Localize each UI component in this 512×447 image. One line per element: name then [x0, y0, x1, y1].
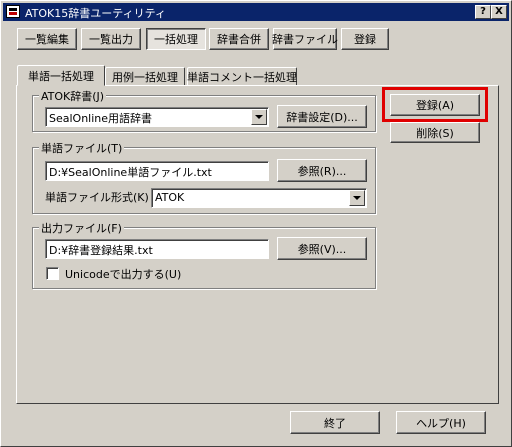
toolbar-batch-process-button[interactable]: 一括処理 — [146, 28, 206, 50]
toolbar-dict-file-button[interactable]: 辞書ファイル — [272, 28, 338, 50]
delete-button[interactable]: 削除(S) — [390, 122, 480, 143]
unicode-output-checkbox[interactable] — [46, 267, 59, 280]
tab-word-comment-batch[interactable]: 単語コメント一括処理 — [187, 67, 297, 85]
toolbar-list-edit-button[interactable]: 一覧編集 — [17, 28, 77, 50]
tab-example-batch[interactable]: 用例一括処理 — [105, 67, 185, 85]
window-title: ATOK15辞書ユーティリティ — [25, 7, 166, 20]
dictionary-utility-window: ATOK15辞書ユーティリティ ? X 一覧編集 一覧出力 一括処理 辞書合併 … — [0, 0, 512, 447]
toolbar-list-output-button[interactable]: 一覧出力 — [81, 28, 141, 50]
toolbar-dict-merge-button[interactable]: 辞書合併 — [209, 28, 269, 50]
help-button[interactable]: ヘルプ(H) — [396, 411, 486, 434]
chevron-down-icon[interactable] — [251, 109, 267, 125]
close-button[interactable]: X — [491, 5, 507, 19]
toolbar-register-button[interactable]: 登録 — [341, 28, 389, 50]
output-file-legend: 出力ファイル(F) — [39, 220, 124, 236]
exit-button[interactable]: 終了 — [290, 411, 380, 434]
chevron-down-icon[interactable] — [349, 190, 365, 206]
atok-dictionary-value: SealOnline用語辞書 — [49, 112, 153, 125]
word-file-format-value: ATOK — [155, 191, 185, 204]
word-file-format-label: 単語ファイル形式(K) — [45, 191, 149, 204]
output-file-path-input[interactable]: D:¥辞書登録結果.txt — [45, 239, 269, 259]
word-file-browse-button[interactable]: 参照(R)... — [277, 159, 367, 182]
dictionary-settings-button[interactable]: 辞書設定(D)... — [277, 105, 367, 128]
app-icon — [6, 5, 20, 18]
atok-dictionary-select[interactable]: SealOnline用語辞書 — [45, 107, 269, 127]
help-title-button[interactable]: ? — [475, 5, 491, 19]
word-file-path-input[interactable]: D:¥SealOnline単語ファイル.txt — [45, 161, 269, 181]
output-file-browse-button[interactable]: 参照(V)... — [277, 237, 367, 260]
word-file-legend: 単語ファイル(T) — [39, 140, 125, 156]
word-file-format-select[interactable]: ATOK — [151, 188, 367, 208]
register-button[interactable]: 登録(A) — [390, 94, 480, 116]
unicode-output-label: Unicodeで出力する(U) — [65, 268, 182, 281]
title-bar[interactable]: ATOK15辞書ユーティリティ ? X — [3, 3, 509, 21]
atok-dictionary-legend: ATOK辞書(J) — [39, 88, 107, 104]
tab-word-batch[interactable]: 単語一括処理 — [17, 65, 105, 86]
